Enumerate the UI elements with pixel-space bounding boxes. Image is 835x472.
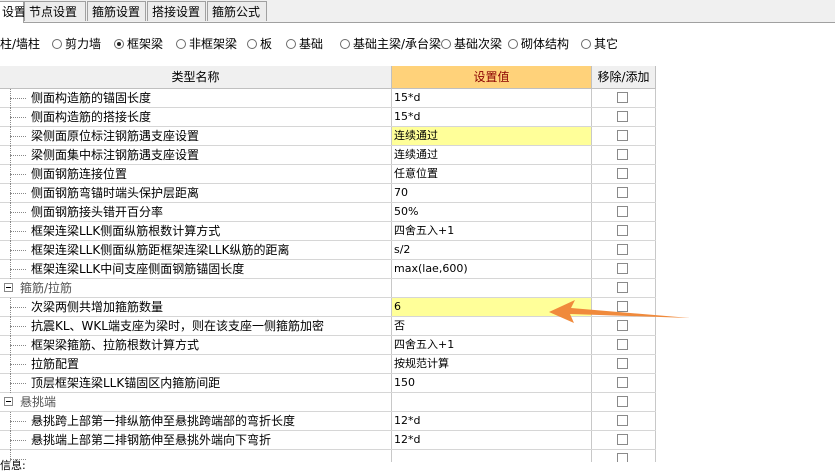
annotation-arrow-icon xyxy=(549,300,690,323)
